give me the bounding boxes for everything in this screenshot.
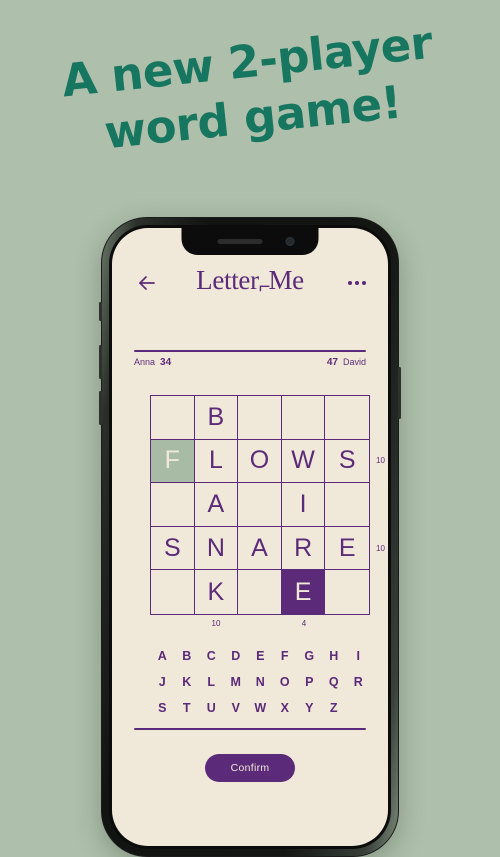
confirm-area: Confirm <box>112 754 388 782</box>
board-cell-r1c2[interactable]: B <box>194 396 239 440</box>
board-cell-r4c3[interactable]: A <box>238 526 282 571</box>
phone-notch <box>181 228 319 255</box>
overflow-menu-icon[interactable] <box>340 281 366 285</box>
app-content: Letter⌐Me Anna 34 47 David B F L O W S A… <box>112 228 388 846</box>
key-m[interactable]: M <box>224 672 249 692</box>
player-two-points: 47 <box>326 357 338 368</box>
row-score-4: 10 <box>376 544 385 553</box>
key-f[interactable]: F <box>273 646 298 666</box>
key-i[interactable]: I <box>346 646 371 666</box>
key-n[interactable]: N <box>248 672 273 692</box>
board-cell-r5c1[interactable] <box>151 570 195 614</box>
key-c[interactable]: C <box>199 646 224 666</box>
menu-dot <box>362 281 366 285</box>
board-cell-r2c5[interactable]: S <box>325 440 369 484</box>
confirm-button[interactable]: Confirm <box>204 754 296 782</box>
front-camera-icon <box>285 237 295 246</box>
silent-switch-button[interactable] <box>99 302 102 321</box>
key-a[interactable]: A <box>150 646 175 666</box>
menu-dot <box>348 281 352 285</box>
keyboard-row-3: STUVWXYZ <box>150 698 374 718</box>
key-p[interactable]: P <box>297 672 322 692</box>
player-one-points: 34 <box>160 357 172 368</box>
letter-grid[interactable]: BFLOWSAISNAREKE <box>150 395 370 615</box>
board-cell-r4c2[interactable]: N <box>194 526 239 571</box>
board-cell-r4c1[interactable]: S <box>151 526 195 571</box>
board-cell-r4c4[interactable]: R <box>281 526 326 571</box>
player-one-name: Anna <box>134 357 156 367</box>
board-cell-r1c3[interactable] <box>238 396 282 440</box>
key-q[interactable]: Q <box>322 672 347 692</box>
key-d[interactable]: D <box>224 646 249 666</box>
board-cell-r2c2[interactable]: L <box>194 439 239 484</box>
volume-down-button[interactable] <box>99 391 102 425</box>
key-e[interactable]: E <box>248 646 273 666</box>
app-title-first: Letter <box>196 265 259 295</box>
key-r[interactable]: R <box>346 672 371 692</box>
board-cell-r3c5[interactable] <box>325 483 369 527</box>
promo-headline-line2: word game! <box>101 75 404 160</box>
board-cell-r5c2[interactable]: K <box>195 570 239 614</box>
menu-dot <box>355 281 359 285</box>
key-b[interactable]: B <box>175 646 200 666</box>
column-score-4: 4 <box>301 619 307 628</box>
key-u[interactable]: U <box>199 698 224 718</box>
app-title-second: Me <box>268 265 304 295</box>
back-arrow-icon[interactable] <box>134 270 160 296</box>
key-k[interactable]: K <box>175 672 200 692</box>
board-cell-r5c4[interactable]: E <box>281 570 326 614</box>
key-v[interactable]: V <box>224 698 249 718</box>
volume-up-button[interactable] <box>99 345 102 379</box>
keyboard-row-2: JKLMNOPQR <box>150 672 374 692</box>
key-y[interactable]: Y <box>297 698 322 718</box>
key-x[interactable]: X <box>273 698 298 718</box>
key-s[interactable]: S <box>150 698 175 718</box>
player-two-score: 47 David <box>327 357 366 368</box>
board-cell-r4c5[interactable]: E <box>325 527 369 571</box>
key-h[interactable]: H <box>322 646 347 666</box>
key-j[interactable]: J <box>150 672 175 692</box>
key-g[interactable]: G <box>297 646 322 666</box>
player-two-name: David <box>342 357 366 367</box>
key-z[interactable]: Z <box>322 698 347 718</box>
app-topbar: Letter⌐Me <box>112 265 388 301</box>
promo-headline-line1: A new 2-player <box>59 15 435 108</box>
board-cell-r1c5[interactable] <box>325 396 369 440</box>
keyboard-row-1: ABCDEFGHI <box>150 646 374 666</box>
board-cell-r2c3[interactable]: O <box>238 439 282 484</box>
board-cell-r3c1[interactable] <box>151 483 195 527</box>
board-cell-r3c4[interactable]: I <box>281 483 326 527</box>
promo-headline: A new 2-player word game! <box>0 8 500 172</box>
phone-mockup: Letter⌐Me Anna 34 47 David B F L O W S A… <box>99 217 401 857</box>
board-cell-r1c4[interactable] <box>281 396 326 440</box>
key-l[interactable]: L <box>199 672 224 692</box>
row-score-2: 10 <box>376 456 385 465</box>
board-cell-r2c4[interactable]: W <box>281 439 326 484</box>
game-board: BFLOWSAISNAREKE 10 10 10 4 <box>150 395 385 632</box>
column-score-2: 10 <box>211 619 221 628</box>
key-w[interactable]: W <box>248 698 273 718</box>
bottom-divider <box>134 728 366 730</box>
phone-screen: Letter⌐Me Anna 34 47 David B F L O W S A… <box>112 228 388 846</box>
board-cell-r5c3[interactable] <box>238 570 282 614</box>
app-title: Letter⌐Me <box>160 265 340 298</box>
earpiece-speaker-icon <box>217 239 263 244</box>
top-divider <box>134 350 366 352</box>
key-t[interactable]: T <box>175 698 200 718</box>
board-cell-r3c3[interactable] <box>238 483 282 527</box>
board-cell-r1c1[interactable] <box>151 396 195 440</box>
key-o[interactable]: O <box>273 672 298 692</box>
alphabet-keyboard[interactable]: ABCDEFGHI JKLMNOPQR STUVWXYZ <box>150 646 374 724</box>
power-button[interactable] <box>398 367 401 419</box>
board-cell-r5c5[interactable] <box>325 570 369 614</box>
board-cell-r2c1[interactable]: F <box>151 439 195 484</box>
board-cell-r3c2[interactable]: A <box>194 483 239 527</box>
player-one-score: Anna 34 <box>134 357 171 368</box>
scorebar: Anna 34 47 David <box>134 357 366 368</box>
